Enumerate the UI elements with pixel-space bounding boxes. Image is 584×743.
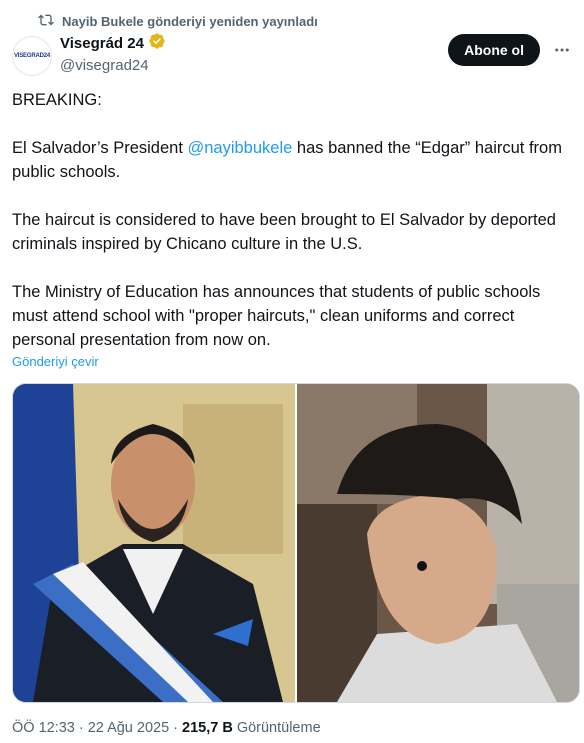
follow-button[interactable]: Abone ol: [448, 34, 540, 66]
post-paragraph: The haircut is considered to have been b…: [12, 211, 556, 253]
repost-text: Nayib Bukele gönderiyi yeniden yayınladı: [62, 14, 318, 29]
separator: ·: [78, 720, 84, 736]
views-count[interactable]: 215,7 B: [182, 720, 233, 736]
avatar-logo-text: VISEGRAD24: [13, 53, 50, 59]
haircut-photo[interactable]: [297, 384, 579, 702]
avatar[interactable]: VISEGRAD24: [12, 36, 52, 76]
post-meta: ÖÖ 12:33 · 22 Ağu 2025 · 215,7 B Görüntü…: [12, 720, 321, 736]
president-photo[interactable]: [13, 384, 295, 702]
post-time[interactable]: ÖÖ 12:33: [12, 720, 75, 736]
post-paragraph: The Ministry of Education has announces …: [12, 283, 541, 349]
views-label: Görüntüleme: [236, 720, 321, 736]
more-icon[interactable]: [552, 40, 572, 60]
post-header: VISEGRAD24 Visegrád 24 @visegrad24 Abone…: [12, 32, 572, 76]
translate-link[interactable]: Gönderiyi çevir: [12, 354, 99, 369]
handle[interactable]: @visegrad24: [60, 57, 166, 74]
mention-link[interactable]: @nayibbukele: [187, 139, 292, 157]
separator: ·: [173, 720, 179, 736]
media-grid: [12, 383, 580, 703]
repost-indicator[interactable]: Nayib Bukele gönderiyi yeniden yayınladı: [38, 12, 318, 31]
display-name[interactable]: Visegrád 24: [60, 35, 144, 52]
author-info[interactable]: Visegrád 24 @visegrad24: [60, 32, 166, 74]
text-span: El Salvador’s President: [12, 139, 188, 157]
verified-badge-icon[interactable]: [148, 32, 166, 55]
post-paragraph: El Salvador’s President @nayibbukele has…: [12, 136, 572, 184]
post-text: BREAKING: El Salvador’s President @nayib…: [12, 88, 572, 352]
post-paragraph: BREAKING:: [12, 91, 102, 109]
post-date[interactable]: 22 Ağu 2025: [88, 720, 169, 736]
repost-icon: [38, 12, 54, 31]
